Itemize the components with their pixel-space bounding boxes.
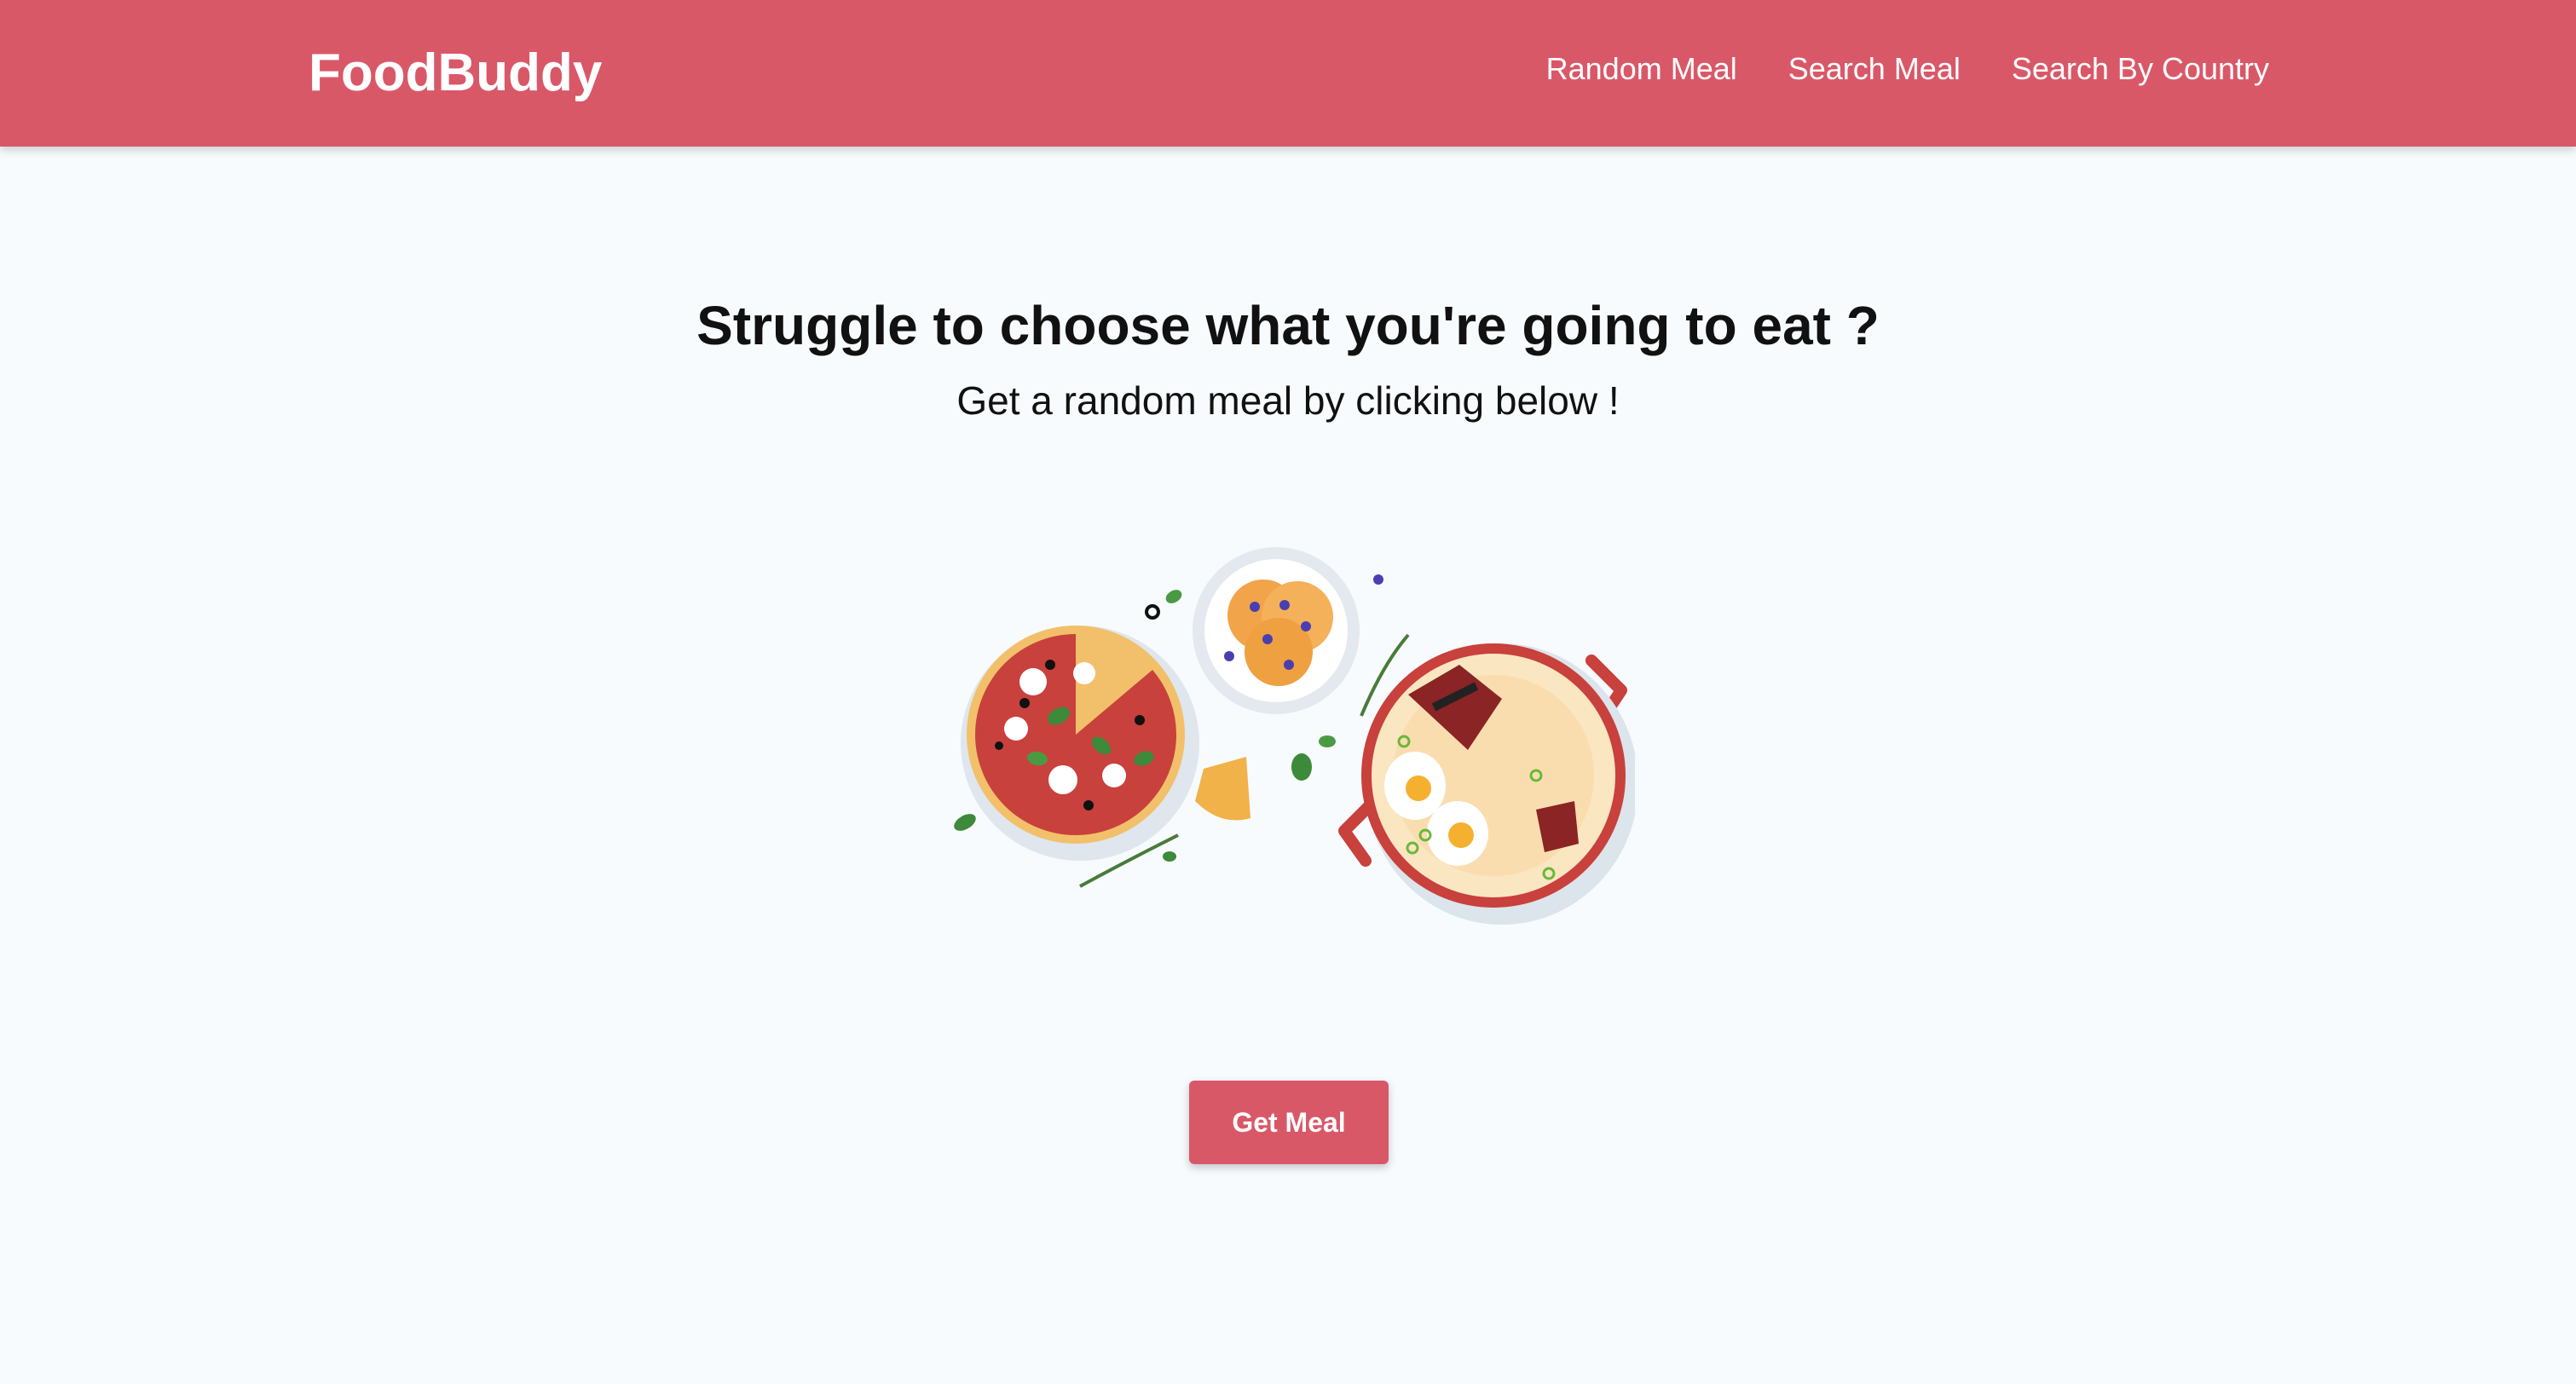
pizza-icon [961, 626, 1199, 861]
ramen-pot-icon [1338, 643, 1635, 925]
food-illustration [954, 547, 1635, 925]
get-meal-button[interactable]: Get Meal [1189, 1081, 1389, 1164]
nav-link-search-meal[interactable]: Search Meal [1788, 48, 1961, 90]
cheese-icon [1195, 757, 1250, 821]
page-headline: Struggle to choose what you're going to … [696, 295, 1880, 356]
nav-link-search-by-country[interactable]: Search By Country [2012, 48, 2269, 90]
brand-logo[interactable]: FoodBuddy [309, 39, 602, 107]
page-subheadline: Get a random meal by clicking below ! [956, 378, 1620, 423]
pancakes-icon [1193, 547, 1360, 714]
nav-links: Random Meal Search Meal Search By Countr… [1546, 48, 2269, 90]
navbar: FoodBuddy Random Meal Search Meal Search… [0, 0, 2576, 147]
nav-link-random-meal[interactable]: Random Meal [1546, 48, 1737, 90]
